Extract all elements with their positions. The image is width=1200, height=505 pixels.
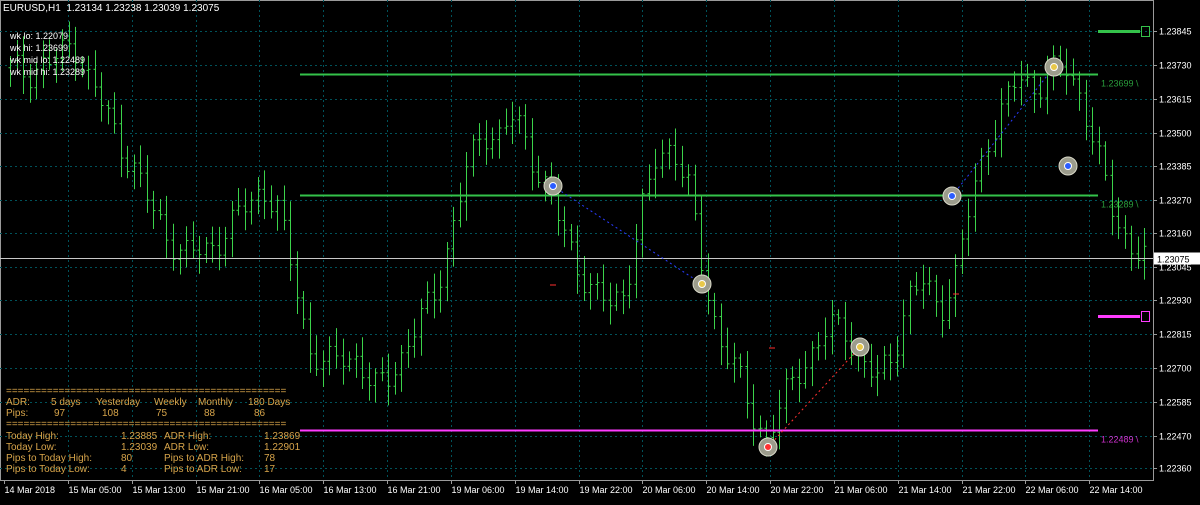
pips-label: Pips: <box>6 408 29 419</box>
trade-marker-center <box>1064 162 1072 170</box>
x-tick-label: 20 Mar 06:00 <box>643 485 696 495</box>
adr-stat-value: 1.23869 <box>264 431 301 442</box>
y-tick-label: 1.23385 <box>1159 162 1192 172</box>
adr-stat-label: Pips to ADR Low: <box>164 464 242 475</box>
trade-marker-center <box>698 280 706 288</box>
trade-marker-center <box>549 182 557 190</box>
adr-col-yesterday: Yesterday <box>96 397 141 408</box>
x-tick-label: 21 Mar 06:00 <box>835 485 888 495</box>
adr-header-row: ADR: 5 days Yesterday Weekly Monthly 180… <box>6 397 326 408</box>
adr-separator-top: ========================================… <box>6 386 287 397</box>
adr-stat-label: Today High: <box>6 431 59 442</box>
x-tick-label: 22 Mar 06:00 <box>1026 485 1079 495</box>
y-tick-label: 1.23615 <box>1159 95 1192 105</box>
adr-stat-value: 80 <box>121 453 133 464</box>
adr-col-180days: 180 Days <box>248 397 291 408</box>
level-line-label: 1.23699 \ <box>1101 79 1139 89</box>
level-line-label: 1.23289 \ <box>1101 200 1139 210</box>
trade-marker-center <box>1050 63 1058 71</box>
y-tick-label: 1.22585 <box>1159 398 1192 408</box>
y-tick-label: 1.23730 <box>1159 61 1192 71</box>
trade-marker-center <box>764 443 772 451</box>
x-tick-label: 16 Mar 05:00 <box>260 485 313 495</box>
trade-connector <box>767 346 861 448</box>
y-tick-label: 1.23160 <box>1159 229 1192 239</box>
x-tick-label: 22 Mar 14:00 <box>1090 485 1143 495</box>
trade-marker-center <box>856 343 864 351</box>
pips-5days: 97 <box>54 408 66 419</box>
x-tick-label: 15 Mar 21:00 <box>197 485 250 495</box>
x-tick-label: 20 Mar 14:00 <box>707 485 760 495</box>
adr-stat-label: Pips to Today High: <box>6 453 92 464</box>
x-tick-label: 16 Mar 21:00 <box>388 485 441 495</box>
y-tick-label: 1.22700 <box>1159 364 1192 374</box>
adr-stat-row: Today Low: 1.23039 ADR Low: 1.22901 <box>6 442 326 453</box>
adr-stat-row: Today High: 1.23885 ADR High: 1.23869 <box>6 431 326 442</box>
x-tick-label: 21 Mar 22:00 <box>963 485 1016 495</box>
trade-marker-center <box>948 192 956 200</box>
week-low-label: wk lo: 1.22079 <box>10 31 69 41</box>
adr-stat-value: 78 <box>264 453 276 464</box>
adr-stat-value: 4 <box>121 464 127 475</box>
y-tick-label: 1.23845 <box>1159 27 1192 37</box>
adr-stat-label: Today Low: <box>6 442 57 453</box>
x-tick-label: 14 Mar 2018 <box>5 485 56 495</box>
current-price-value: 1.23075 <box>1157 255 1190 265</box>
y-tick-label: 1.23270 <box>1159 196 1192 206</box>
pips-yesterday: 108 <box>102 408 119 419</box>
adr-label: ADR: <box>6 397 30 408</box>
x-tick-label: 19 Mar 22:00 <box>580 485 633 495</box>
pips-180days: 86 <box>254 408 266 419</box>
x-tick-label: 15 Mar 13:00 <box>133 485 186 495</box>
trade-connector <box>552 185 703 285</box>
x-tick-label: 19 Mar 06:00 <box>452 485 505 495</box>
adr-separator-bottom: ========================================… <box>6 419 287 430</box>
symbol-header: EURUSD,H1 1.23134 1.23238 1.23039 1.2307… <box>3 3 220 14</box>
adr-stat-row: Pips to Today Low: 4 Pips to ADR Low: 17 <box>6 464 326 475</box>
adr-stat-value: 17 <box>264 464 276 475</box>
pips-monthly: 88 <box>204 408 216 419</box>
adr-stat-label: Pips to Today Low: <box>6 464 90 475</box>
y-tick-label: 1.23500 <box>1159 129 1192 139</box>
adr-col-5days: 5 days <box>51 397 81 408</box>
x-tick-label: 21 Mar 14:00 <box>899 485 952 495</box>
x-tick-label: 16 Mar 13:00 <box>324 485 377 495</box>
week-mid-high-label: wk mid hi: 1.23289 <box>10 67 86 77</box>
x-tick-label: 20 Mar 22:00 <box>771 485 824 495</box>
adr-col-weekly: Weekly <box>154 397 187 408</box>
y-tick-label: 1.22470 <box>1159 432 1192 442</box>
y-tick-label: 1.22815 <box>1159 330 1192 340</box>
pips-weekly: 75 <box>156 408 168 419</box>
adr-stat-row: Pips to Today High: 80 Pips to ADR High: 78 <box>6 453 326 464</box>
level-line-label: 1.22489 \ <box>1101 435 1139 445</box>
adr-stat-label: ADR Low: <box>164 442 210 453</box>
week-mid-low-label: wk mid lo: 1.22489 <box>10 55 86 65</box>
trade-connector <box>951 66 1055 197</box>
x-tick-label: 19 Mar 14:00 <box>516 485 569 495</box>
adr-pips-row: Pips: 97 108 75 88 86 <box>6 408 326 419</box>
adr-stat-label: Pips to ADR High: <box>164 453 245 464</box>
week-high-label: wk hi: 1.23699 <box>10 43 69 53</box>
low-marker-box <box>1141 311 1150 322</box>
adr-col-monthly: Monthly <box>198 397 234 408</box>
adr-stat-value: 1.23039 <box>121 442 158 453</box>
y-tick-label: 1.22930 <box>1159 296 1192 306</box>
adr-stat-value: 1.22901 <box>264 442 301 453</box>
adr-stat-value: 1.23885 <box>121 431 158 442</box>
x-tick-label: 15 Mar 05:00 <box>69 485 122 495</box>
adr-stat-label: ADR High: <box>164 431 212 442</box>
y-tick-label: 1.22360 <box>1159 464 1192 474</box>
